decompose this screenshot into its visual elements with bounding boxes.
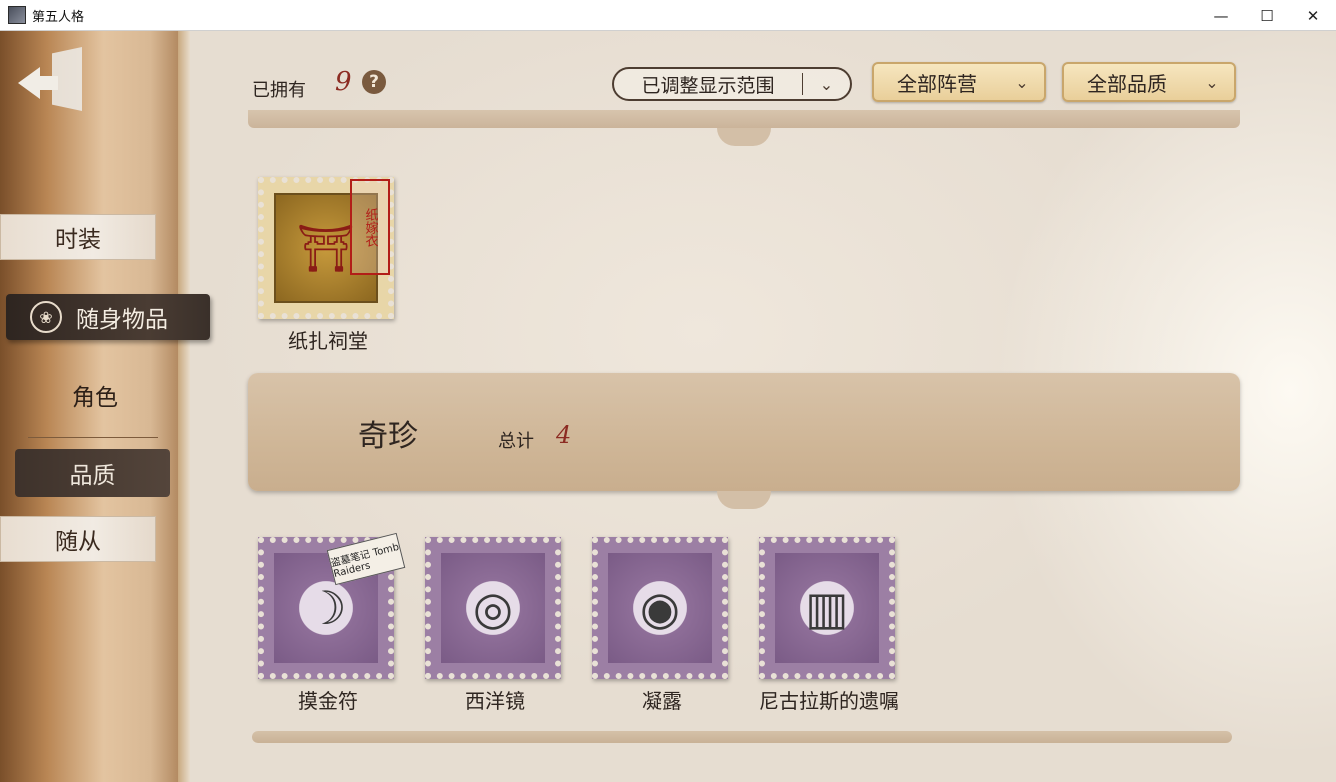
peep-show-icon: ◎ bbox=[441, 553, 545, 663]
divider-notch bbox=[717, 491, 771, 509]
item-stamp: ◉ bbox=[592, 537, 728, 679]
tab-costume[interactable]: 时装 bbox=[0, 214, 156, 260]
divider-notch bbox=[717, 128, 771, 146]
item-label: 凝露 bbox=[642, 689, 682, 713]
minimize-button[interactable]: — bbox=[1198, 0, 1244, 31]
total-count: 4 bbox=[556, 421, 572, 449]
display-range-label: 已调整显示范围 bbox=[641, 74, 775, 97]
item-stamp: ▥ bbox=[759, 537, 895, 679]
item-nicholas-will[interactable]: ▥ 尼古拉斯的遗嘱 bbox=[759, 537, 899, 714]
book-icon: ▥ bbox=[775, 553, 879, 663]
chevron-down-icon: ⌄ bbox=[1015, 72, 1029, 92]
item-label: 摸金符 bbox=[298, 689, 358, 713]
chevron-down-icon: ⌄ bbox=[819, 74, 834, 94]
item-label: 西洋镜 bbox=[465, 689, 525, 713]
owned-count: 9 bbox=[335, 67, 352, 97]
section-divider bbox=[248, 110, 1240, 128]
window-title: 第五人格 bbox=[32, 9, 85, 25]
maximize-button[interactable]: ☐ bbox=[1244, 0, 1290, 31]
dew-shell-icon: ◉ bbox=[608, 553, 712, 663]
section-divider bbox=[252, 731, 1232, 743]
app-icon bbox=[8, 6, 26, 24]
item-peep-show[interactable]: ◎ 西洋镜 bbox=[425, 537, 565, 714]
quality-dropdown[interactable]: 全部品质 ⌄ bbox=[1062, 62, 1236, 102]
quality-dropdown-label: 全部品质 bbox=[1087, 71, 1167, 96]
tab-accessories-label: 随身物品 bbox=[76, 307, 168, 333]
help-icon[interactable]: ? bbox=[362, 70, 386, 94]
tab-follower[interactable]: 随从 bbox=[0, 516, 156, 562]
collab-badge: 纸嫁衣 bbox=[350, 179, 390, 275]
item-stamp: ◎ bbox=[425, 537, 561, 679]
title-bar: 第五人格 — ☐ ✕ bbox=[0, 0, 1336, 31]
total-label: 总计 bbox=[498, 431, 534, 452]
item-label: 尼古拉斯的遗嘱 bbox=[759, 689, 899, 713]
game-view: 时装 ❀ 随身物品 角色 品质 随从 已拥有 9 ? 已调整显示范围 ⌄ 全部阵… bbox=[0, 31, 1336, 782]
sidebar-divider bbox=[28, 437, 158, 438]
owned-label: 已拥有 bbox=[252, 80, 306, 101]
chevron-down-icon: ⌄ bbox=[1205, 72, 1219, 92]
tab-character[interactable]: 角色 bbox=[20, 378, 170, 412]
section-title: 奇珍 bbox=[358, 419, 418, 454]
item-label: 纸扎祠堂 bbox=[288, 329, 368, 353]
faction-dropdown-label: 全部阵营 bbox=[897, 71, 977, 96]
close-button[interactable]: ✕ bbox=[1290, 0, 1336, 31]
tab-accessories[interactable]: ❀ 随身物品 bbox=[6, 294, 210, 340]
faction-dropdown[interactable]: 全部阵营 ⌄ bbox=[872, 62, 1046, 102]
sidebar-edge bbox=[178, 31, 190, 782]
display-range-dropdown[interactable]: 已调整显示范围 ⌄ bbox=[612, 67, 852, 101]
window-controls: — ☐ ✕ bbox=[1198, 0, 1336, 31]
tab-quality[interactable]: 品质 bbox=[15, 449, 170, 497]
shield-icon: ❀ bbox=[30, 301, 62, 333]
item-dew[interactable]: ◉ 凝露 bbox=[592, 537, 732, 714]
exit-door-icon[interactable] bbox=[16, 43, 86, 117]
